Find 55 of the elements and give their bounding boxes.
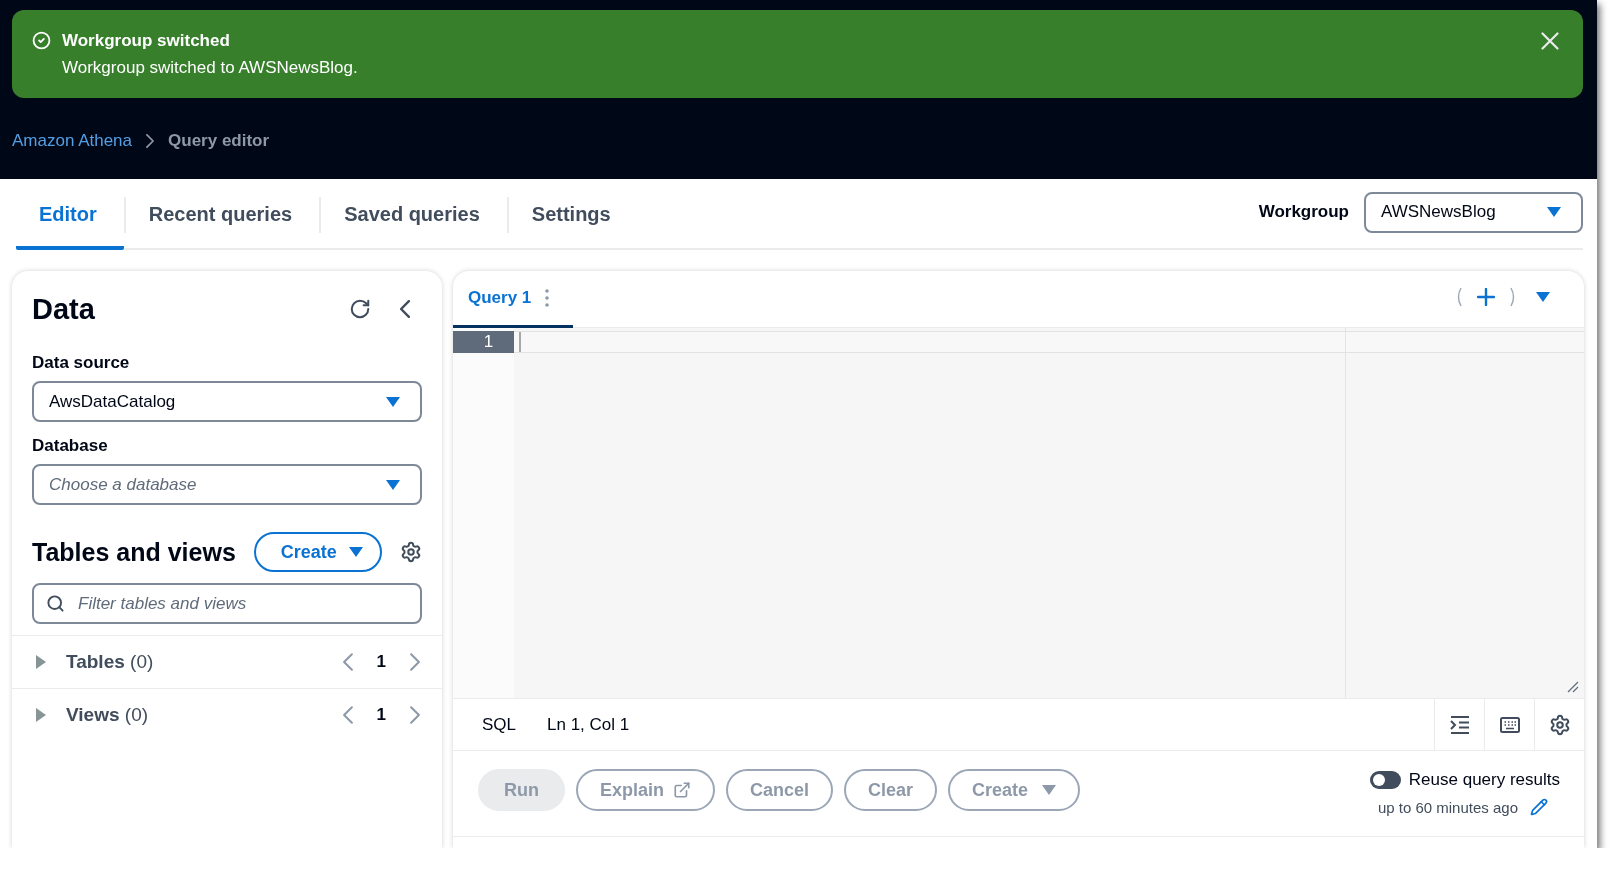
create-button[interactable]: Create xyxy=(253,532,382,572)
caret-down-icon xyxy=(1042,785,1057,795)
workgroup-label: Workgroup xyxy=(1258,202,1349,222)
chevron-left-icon[interactable] xyxy=(400,300,410,318)
tab[interactable]: Recent queries xyxy=(125,179,320,250)
check-circle-icon xyxy=(32,31,51,50)
section-heading: Tables and views xyxy=(32,537,236,567)
settings-icon[interactable] xyxy=(1548,713,1571,736)
caret-down-icon xyxy=(348,547,363,557)
field-label: Data source xyxy=(32,352,130,374)
right-paren-icon xyxy=(1510,287,1517,307)
filter-input[interactable]: Filter tables and views xyxy=(32,583,422,624)
left-paren-icon xyxy=(1455,287,1462,307)
code-input[interactable] xyxy=(514,328,1584,698)
plus-icon[interactable] xyxy=(1477,288,1495,306)
dropdown-select[interactable]: AwsDataCatalog xyxy=(32,381,422,422)
field-label: Database xyxy=(32,435,108,457)
notification-message: Workgroup switched to AWSNewsBlog. xyxy=(62,57,358,79)
caret-right-icon[interactable] xyxy=(36,655,46,669)
refresh-icon[interactable] xyxy=(349,298,371,320)
vertical-dots-icon[interactable] xyxy=(545,289,550,307)
breadcrumb-link[interactable]: Amazon Athena xyxy=(12,129,133,153)
chevron-right-icon[interactable] xyxy=(410,653,420,671)
line-number: 1 xyxy=(453,331,514,353)
section-label[interactable]: Tables (0) xyxy=(66,651,154,673)
indent-icon[interactable] xyxy=(1449,715,1470,734)
toggle-switch[interactable] xyxy=(1369,771,1401,789)
language-label: SQL xyxy=(482,714,517,735)
caret-down-icon[interactable] xyxy=(1536,292,1550,302)
resize-handle-icon[interactable] xyxy=(1567,681,1579,693)
settings-icon[interactable] xyxy=(399,541,422,563)
caret-right-icon[interactable] xyxy=(36,708,46,722)
chevron-right-icon xyxy=(146,134,155,148)
caret-down-icon xyxy=(386,396,400,407)
tab[interactable]: Saved queries xyxy=(321,179,507,250)
dropdown-select[interactable]: Choose a database xyxy=(32,464,422,505)
pencil-icon[interactable] xyxy=(1530,798,1548,816)
page-number: 1 xyxy=(376,705,386,725)
workgroup-select[interactable]: AWSNewsBlog xyxy=(1364,191,1583,233)
page-number: 1 xyxy=(376,652,386,672)
breadcrumb-current: Query editor xyxy=(168,130,270,152)
close-icon[interactable] xyxy=(1541,32,1559,50)
caret-down-icon xyxy=(386,479,400,490)
tab[interactable]: Settings xyxy=(508,179,638,250)
cursor-position: Ln 1, Col 1 xyxy=(547,714,630,735)
keyboard-icon[interactable] xyxy=(1499,716,1520,733)
chevron-right-icon[interactable] xyxy=(410,706,420,724)
section-label[interactable]: Views (0) xyxy=(66,704,149,726)
caret-down-icon xyxy=(1547,207,1561,217)
toggle-label: Reuse query results xyxy=(1408,770,1560,790)
panel-title: Data xyxy=(32,292,95,326)
external-link-icon xyxy=(673,781,692,799)
search-icon xyxy=(46,594,65,613)
notification-title: Workgroup switched xyxy=(62,30,230,52)
reuse-detail: up to 60 minutes ago xyxy=(1377,798,1518,816)
